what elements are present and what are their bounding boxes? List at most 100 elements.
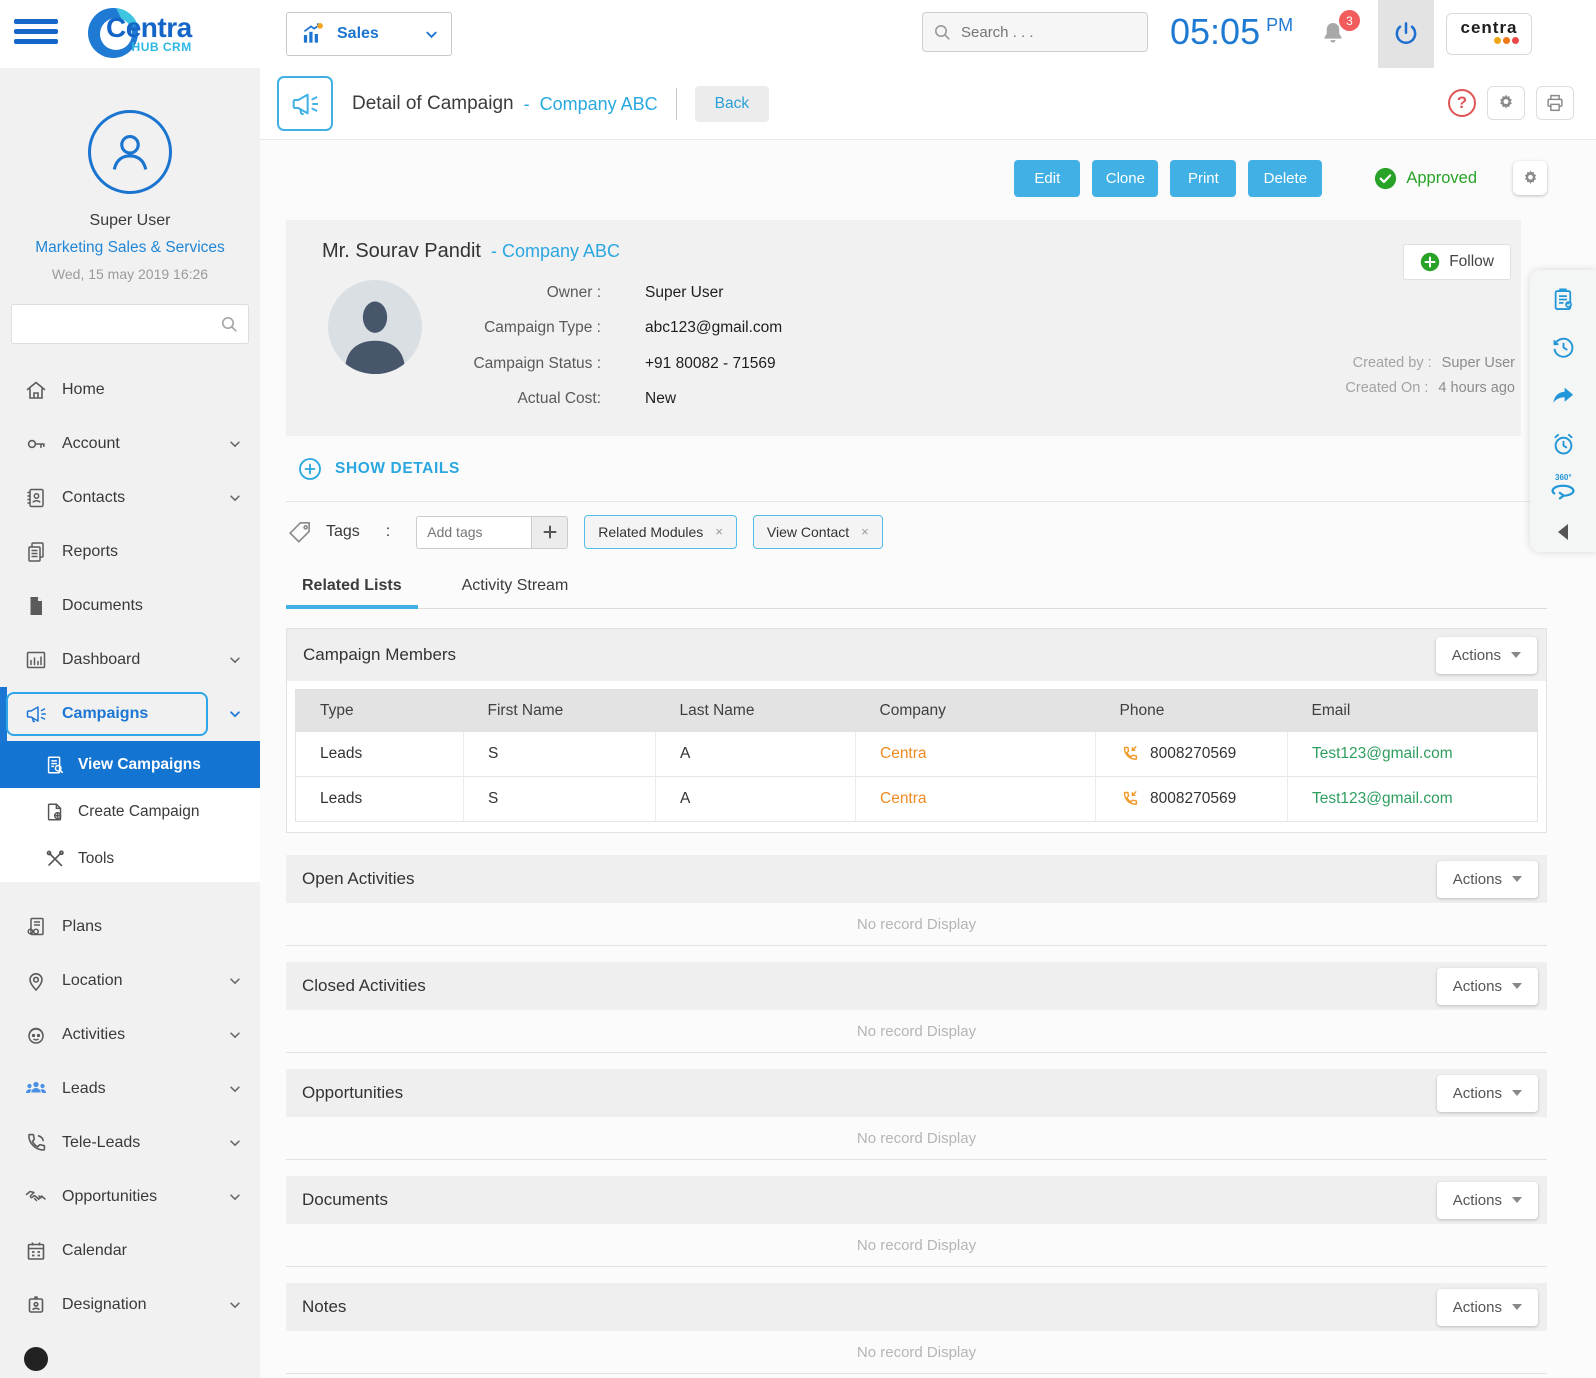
cell-company-link[interactable]: Centra — [855, 732, 1096, 777]
time-meridiem: PM — [1266, 15, 1294, 35]
sidebar-item-partial[interactable] — [0, 1332, 260, 1378]
clone-button[interactable]: Clone — [1092, 159, 1159, 197]
module-selector[interactable]: Sales — [286, 12, 452, 56]
section-actions-button[interactable]: Actions — [1436, 1288, 1538, 1326]
cell-last-name: A — [655, 732, 856, 777]
submenu-item-tools[interactable]: Tools — [0, 835, 260, 882]
add-tag-button[interactable] — [532, 515, 569, 549]
chevron-down-icon — [230, 978, 240, 985]
logout-button[interactable] — [1378, 0, 1434, 68]
actions-label: Actions — [1452, 1191, 1502, 1209]
view-360-label: 360° — [1555, 472, 1572, 482]
sidebar-item-tele-leads[interactable]: Tele-Leads — [0, 1116, 260, 1170]
tag-chip[interactable]: Related Modules × — [584, 515, 737, 549]
actions-label: Actions — [1452, 1084, 1502, 1102]
show-details-toggle[interactable]: SHOW DETAILS — [286, 436, 1547, 502]
sidebar-item-leads[interactable]: Leads — [0, 1062, 260, 1116]
cell-email-link[interactable]: Test123@gmail.com — [1287, 776, 1538, 822]
share-icon[interactable] — [1550, 382, 1577, 409]
table-row[interactable]: Leads S A Centra 8008270569 Test123@gmai… — [295, 776, 1538, 822]
user-avatar[interactable] — [88, 110, 172, 194]
field-row: Campaign Status : +91 80082 - 71569 — [446, 346, 782, 382]
submenu-item-view-campaigns[interactable]: View Campaigns — [0, 741, 260, 788]
sidebar-item-contacts[interactable]: Contacts — [0, 471, 260, 525]
column-header[interactable]: Phone — [1095, 689, 1288, 732]
created-by-label: Created by : — [1352, 355, 1432, 371]
record-link[interactable]: Company ABC — [540, 94, 658, 115]
user-name: Super User — [89, 212, 171, 229]
sidebar-item-dashboard[interactable]: Dashboard — [0, 633, 260, 687]
delete-button[interactable]: Delete — [1248, 159, 1323, 197]
sidebar-item-activities[interactable]: Activities — [0, 1008, 260, 1062]
column-header[interactable]: Company — [855, 689, 1096, 732]
help-icon[interactable]: ? — [1448, 89, 1476, 117]
history-icon[interactable] — [1550, 334, 1577, 361]
print-button[interactable] — [1536, 86, 1574, 120]
user-department-link[interactable]: Marketing Sales & Services — [0, 239, 260, 257]
hamburger-menu-icon[interactable] — [14, 19, 58, 49]
sidebar-menu: Home Account Contacts Reports Documents … — [0, 363, 260, 1378]
cell-company-link[interactable]: Centra — [855, 776, 1096, 822]
sidebar-item-location[interactable]: Location — [0, 954, 260, 1008]
sidebar-item-reports[interactable]: Reports — [0, 525, 260, 579]
dashboard-icon — [26, 651, 46, 669]
sidebar-item-label: Calendar — [62, 1242, 127, 1259]
sidebar-search-input[interactable] — [11, 304, 249, 344]
section-actions-button[interactable]: Actions — [1436, 860, 1538, 898]
tab-related-lists[interactable]: Related Lists — [286, 564, 418, 609]
caret-down-icon — [1512, 876, 1522, 882]
sidebar-item-designation[interactable]: Designation — [0, 1278, 260, 1332]
notifications-button[interactable]: 3 — [1318, 10, 1360, 54]
tab-activity-stream[interactable]: Activity Stream — [446, 564, 585, 608]
empty-message: No record Display — [286, 903, 1547, 946]
sidebar: Super User Marketing Sales & Services We… — [0, 68, 260, 1378]
document-icon — [30, 597, 42, 615]
record-created-info: Created by : Super User Created On : 4 h… — [1345, 346, 1515, 396]
view-360-icon[interactable]: 360° — [1548, 473, 1578, 503]
table-row[interactable]: Leads S A Centra 8008270569 Test123@gmai… — [295, 732, 1538, 777]
column-header[interactable]: Email — [1287, 689, 1538, 732]
members-actions-button[interactable]: Actions — [1435, 636, 1537, 674]
cell-phone[interactable]: 8008270569 — [1095, 776, 1288, 822]
tags-label: Tags — [326, 523, 360, 540]
submenu-item-create-campaign[interactable]: Create Campaign — [0, 788, 260, 835]
sidebar-item-opportunities[interactable]: Opportunities — [0, 1170, 260, 1224]
record-settings-button[interactable] — [1513, 161, 1547, 195]
print-record-button[interactable]: Print — [1170, 159, 1237, 197]
chevron-down-icon — [230, 1194, 240, 1201]
submenu-item-label: Tools — [78, 849, 115, 867]
section-actions-button[interactable]: Actions — [1436, 967, 1538, 1005]
follow-button[interactable]: Follow — [1403, 244, 1511, 280]
sidebar-item-account[interactable]: Account — [0, 417, 260, 471]
remove-tag-icon[interactable]: × — [861, 525, 869, 538]
cell-phone[interactable]: 8008270569 — [1095, 732, 1288, 777]
back-button[interactable]: Back — [694, 86, 770, 122]
field-value: abc123@gmail.com — [645, 319, 783, 337]
collapse-panel-icon[interactable] — [1558, 523, 1568, 540]
tag-chip[interactable]: View Contact × — [752, 515, 883, 549]
settings-button[interactable] — [1487, 86, 1525, 120]
column-header[interactable]: Type — [295, 689, 464, 732]
global-search-input[interactable] — [922, 12, 1148, 52]
sidebar-item-calendar[interactable]: Calendar — [0, 1224, 260, 1278]
section-actions-button[interactable]: Actions — [1436, 1074, 1538, 1112]
page-title: Detail of Campaign — [352, 93, 514, 114]
cell-email-link[interactable]: Test123@gmail.com — [1287, 732, 1538, 777]
record-company-link[interactable]: - Company ABC — [491, 241, 620, 262]
tasks-clipboard-icon[interactable] — [1550, 286, 1577, 313]
column-header[interactable]: First Name — [463, 689, 656, 732]
section-actions-button[interactable]: Actions — [1436, 1181, 1538, 1219]
gear-icon — [1500, 94, 1512, 109]
caret-down-icon — [1511, 652, 1521, 658]
sidebar-item-documents[interactable]: Documents — [0, 579, 260, 633]
sidebar-item-campaigns[interactable]: Campaigns — [0, 687, 260, 741]
add-tags-input[interactable] — [416, 515, 533, 549]
sidebar-item-home[interactable]: Home — [0, 363, 260, 417]
create-campaign-icon — [47, 802, 62, 821]
printer-icon — [1547, 94, 1563, 112]
edit-button[interactable]: Edit — [1014, 159, 1081, 197]
column-header[interactable]: Last Name — [655, 689, 856, 732]
alarm-clock-icon[interactable] — [1550, 431, 1577, 458]
sidebar-item-plans[interactable]: Plans — [0, 900, 260, 954]
remove-tag-icon[interactable]: × — [715, 525, 723, 538]
